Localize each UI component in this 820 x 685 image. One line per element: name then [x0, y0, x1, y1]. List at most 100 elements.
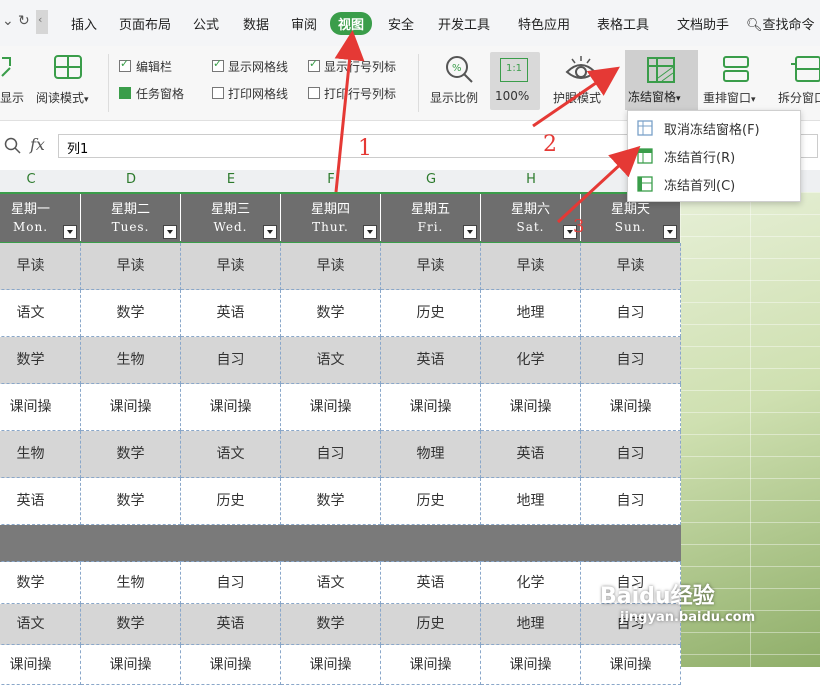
table-cell[interactable]: 数学 — [81, 478, 181, 525]
tab-review[interactable]: 审阅 — [291, 14, 317, 33]
table-cell[interactable]: 地理 — [481, 290, 581, 337]
reading-mode-icon[interactable] — [53, 54, 83, 80]
table-cell[interactable]: 课间操 — [181, 384, 281, 431]
filter-dropdown-icon[interactable] — [463, 225, 477, 239]
table-cell[interactable]: 早读 — [481, 243, 581, 290]
table-cell[interactable]: 生物 — [0, 431, 81, 478]
table-cell[interactable]: 英语 — [181, 290, 281, 337]
table-cell[interactable]: 英语 — [0, 478, 81, 525]
table-cell[interactable]: 课间操 — [81, 645, 181, 685]
table-cell[interactable]: 数学 — [81, 431, 181, 478]
edit-bar-checkbox[interactable] — [119, 57, 131, 72]
table-cell[interactable]: 地理 — [481, 478, 581, 525]
task-pane-checkbox[interactable] — [119, 87, 131, 99]
table-cell[interactable]: 英语 — [481, 431, 581, 478]
zoom-label[interactable]: 显示比例 — [430, 89, 478, 106]
column-header-d[interactable]: D — [81, 172, 181, 187]
zoom-lookup-icon[interactable] — [4, 137, 22, 155]
rearrange-window-icon[interactable] — [721, 54, 751, 84]
table-cell[interactable]: 数学 — [0, 337, 81, 384]
table-cell[interactable]: 生物 — [81, 562, 181, 604]
split-window-icon[interactable] — [790, 54, 820, 84]
split-window-label[interactable]: 拆分窗口 — [778, 89, 820, 106]
table-cell[interactable]: 自习 — [181, 337, 281, 384]
column-header-g[interactable]: G — [381, 172, 481, 187]
table-cell[interactable]: 自习 — [581, 478, 681, 525]
table-cell[interactable]: 课间操 — [581, 384, 681, 431]
table-cell[interactable]: 课间操 — [0, 384, 81, 431]
filter-dropdown-icon[interactable] — [63, 225, 77, 239]
reading-mode-button[interactable]: 阅读模式▾ — [36, 89, 89, 106]
table-cell[interactable] — [0, 525, 81, 562]
table-cell[interactable]: 数学 — [81, 604, 181, 645]
table-cell[interactable]: 自习 — [581, 431, 681, 478]
table-cell[interactable]: 数学 — [81, 290, 181, 337]
table-cell[interactable]: 语文 — [181, 431, 281, 478]
table-cell[interactable]: 化学 — [481, 562, 581, 604]
table-cell[interactable]: 英语 — [181, 604, 281, 645]
table-cell[interactable]: 早读 — [581, 243, 681, 290]
table-cell[interactable] — [281, 525, 381, 562]
table-cell[interactable]: 语文 — [0, 290, 81, 337]
tab-table-tools[interactable]: 表格工具 — [597, 14, 649, 33]
table-cell[interactable] — [381, 525, 481, 562]
zoom-icon[interactable]: % — [444, 54, 474, 84]
tab-data[interactable]: 数据 — [243, 14, 269, 33]
column-header-e[interactable]: E — [181, 172, 281, 187]
table-cell[interactable]: 历史 — [381, 478, 481, 525]
column-header-h[interactable]: H — [481, 172, 581, 187]
scroll-left-icon[interactable]: ‹ — [36, 10, 48, 34]
table-cell[interactable]: 自习 — [181, 562, 281, 604]
table-cell[interactable] — [81, 525, 181, 562]
tab-formulas[interactable]: 公式 — [193, 14, 219, 33]
table-cell[interactable]: 课间操 — [281, 384, 381, 431]
table-cell[interactable]: 物理 — [381, 431, 481, 478]
eye-icon[interactable] — [564, 54, 598, 84]
search-command[interactable]: 🔍︎查找命令 — [746, 14, 815, 33]
tab-security[interactable]: 安全 — [388, 14, 414, 33]
tab-developer[interactable]: 开发工具 — [438, 14, 490, 33]
table-cell[interactable]: 课间操 — [81, 384, 181, 431]
table-cell[interactable]: 数学 — [281, 604, 381, 645]
dropdown-arrow-icon[interactable]: ⌄ — [2, 13, 14, 29]
table-cell[interactable] — [481, 525, 581, 562]
rearrange-window-button[interactable]: 重排窗口▾ — [703, 89, 756, 106]
eye-mode-label[interactable]: 护眼模式 — [553, 89, 601, 106]
menu-item-freeze-first-column[interactable]: 冻结首列(C) — [628, 170, 800, 198]
show-label[interactable]: 显示 — [0, 89, 24, 106]
redo-icon[interactable]: ↻ — [18, 13, 30, 29]
tab-doc-assistant[interactable]: 文档助手 — [677, 14, 729, 33]
column-header-f[interactable]: F — [281, 172, 381, 187]
table-cell[interactable]: 语文 — [0, 604, 81, 645]
filter-dropdown-icon[interactable] — [363, 225, 377, 239]
freeze-panes-button[interactable]: 冻结窗格▾ — [625, 50, 698, 110]
table-cell[interactable]: 早读 — [381, 243, 481, 290]
table-cell[interactable]: 数学 — [281, 478, 381, 525]
filter-dropdown-icon[interactable] — [163, 225, 177, 239]
table-cell[interactable]: 历史 — [381, 290, 481, 337]
table-cell[interactable]: 语文 — [281, 337, 381, 384]
table-cell[interactable]: 课间操 — [481, 645, 581, 685]
table-cell[interactable]: 课间操 — [381, 645, 481, 685]
table-cell[interactable]: 化学 — [481, 337, 581, 384]
table-cell[interactable]: 早读 — [181, 243, 281, 290]
table-cell[interactable]: 课间操 — [181, 645, 281, 685]
table-cell[interactable]: 自习 — [581, 337, 681, 384]
tab-view[interactable]: 视图 — [330, 12, 373, 35]
table-cell[interactable]: 课间操 — [0, 645, 81, 685]
table-cell[interactable]: 数学 — [0, 562, 81, 604]
filter-dropdown-icon[interactable] — [263, 225, 277, 239]
show-rowcol-checkbox[interactable] — [308, 57, 320, 72]
show-gridlines-checkbox[interactable] — [212, 57, 224, 72]
filter-dropdown-icon[interactable] — [663, 225, 677, 239]
tab-page-layout[interactable]: 页面布局 — [119, 14, 171, 33]
table-cell[interactable]: 课间操 — [481, 384, 581, 431]
table-cell[interactable]: 历史 — [181, 478, 281, 525]
column-header-c[interactable]: C — [0, 172, 81, 187]
table-cell[interactable]: 早读 — [0, 243, 81, 290]
table-cell[interactable]: 地理 — [481, 604, 581, 645]
table-cell[interactable] — [181, 525, 281, 562]
menu-item-freeze-top-row[interactable]: 冻结首行(R) — [628, 142, 800, 170]
table-cell[interactable] — [581, 525, 681, 562]
print-rowcol-checkbox[interactable] — [308, 87, 320, 99]
